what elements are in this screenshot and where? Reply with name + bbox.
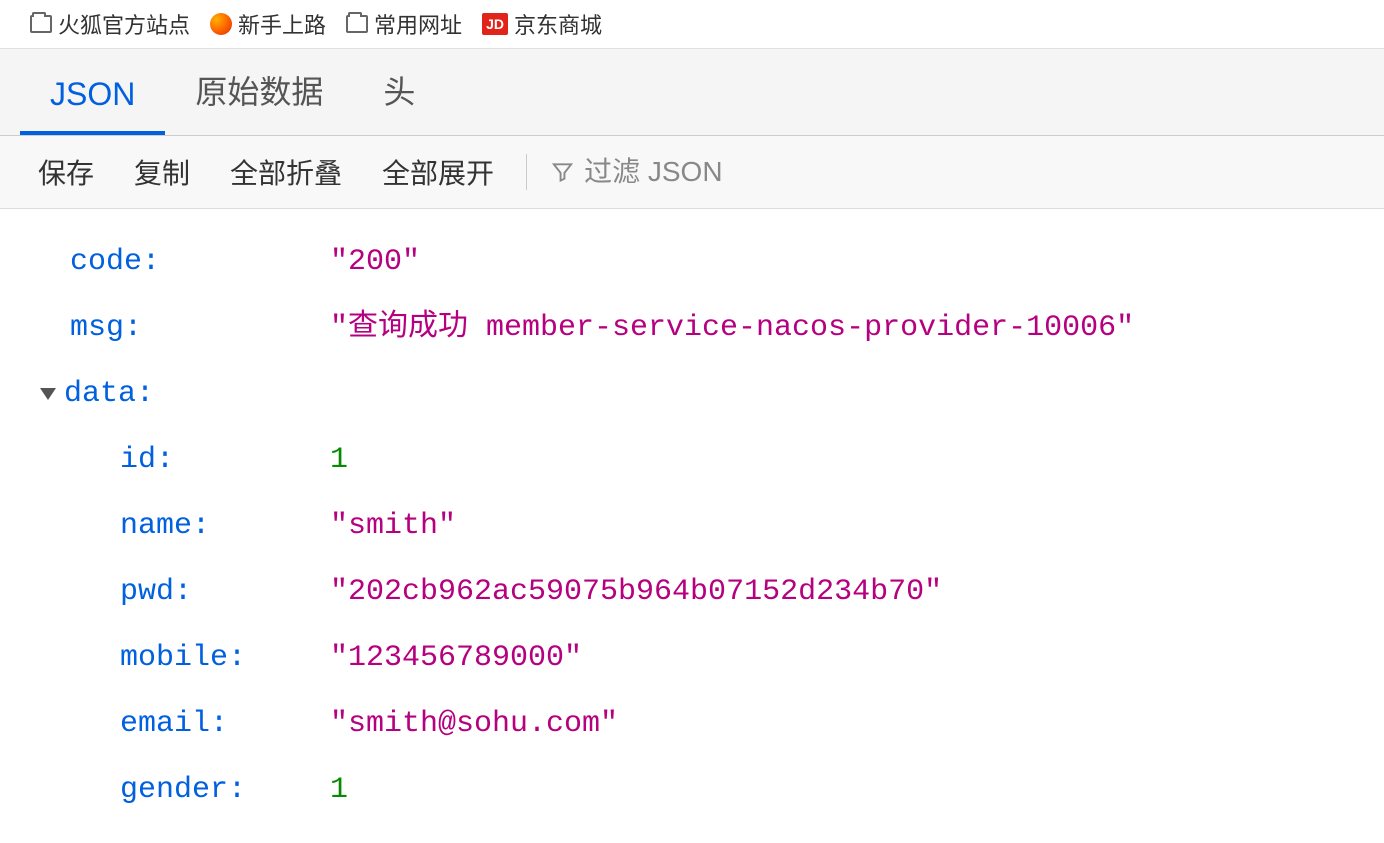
json-row-msg[interactable]: msg: "查询成功 member-service-nacos-provider… bbox=[40, 295, 1344, 361]
json-key: email: bbox=[120, 691, 330, 757]
json-value: "202cb962ac59075b964b07152d234b70" bbox=[330, 559, 942, 625]
toolbar-divider bbox=[526, 154, 527, 190]
json-toolbar: 保存 复制 全部折叠 全部展开 bbox=[0, 136, 1384, 209]
filter-input[interactable] bbox=[584, 156, 1354, 188]
bookmark-label: 京东商城 bbox=[514, 8, 602, 40]
json-value: "查询成功 member-service-nacos-provider-1000… bbox=[330, 295, 1134, 361]
json-row-email[interactable]: email: "smith@sohu.com" bbox=[40, 691, 1344, 757]
tab-label: 头 bbox=[383, 74, 415, 110]
json-value: "200" bbox=[330, 229, 420, 295]
json-key: code: bbox=[70, 229, 330, 295]
funnel-icon bbox=[551, 160, 574, 184]
bookmark-label: 火狐官方站点 bbox=[58, 8, 190, 40]
collapse-all-button[interactable]: 全部折叠 bbox=[222, 148, 350, 196]
json-value: "123456789000" bbox=[330, 625, 582, 691]
bookmark-label: 新手上路 bbox=[238, 8, 326, 40]
tab-headers[interactable]: 头 bbox=[353, 49, 445, 135]
bookmarks-bar: 火狐官方站点 新手上路 常用网址 JD 京东商城 bbox=[0, 0, 1384, 49]
json-value: 1 bbox=[330, 757, 348, 823]
bookmark-label: 常用网址 bbox=[374, 8, 462, 40]
json-row-id[interactable]: id: 1 bbox=[40, 427, 1344, 493]
json-value: "smith@sohu.com" bbox=[330, 691, 618, 757]
chevron-down-icon[interactable] bbox=[40, 388, 56, 400]
copy-button[interactable]: 复制 bbox=[126, 148, 198, 196]
json-row-name[interactable]: name: "smith" bbox=[40, 493, 1344, 559]
filter-box bbox=[551, 156, 1354, 188]
firefox-icon bbox=[210, 13, 232, 35]
json-key: msg: bbox=[70, 295, 330, 361]
bookmark-common-urls[interactable]: 常用网址 bbox=[346, 8, 462, 40]
json-row-pwd[interactable]: pwd: "202cb962ac59075b964b07152d234b70" bbox=[40, 559, 1344, 625]
jd-icon: JD bbox=[482, 13, 508, 35]
bookmark-getting-started[interactable]: 新手上路 bbox=[210, 8, 326, 40]
json-row-code[interactable]: code: "200" bbox=[40, 229, 1344, 295]
json-key: name: bbox=[120, 493, 330, 559]
tab-raw-data[interactable]: 原始数据 bbox=[165, 49, 353, 135]
tab-json[interactable]: JSON bbox=[20, 58, 165, 135]
folder-icon bbox=[30, 15, 52, 33]
bookmark-firefox-official[interactable]: 火狐官方站点 bbox=[30, 8, 190, 40]
tabs-bar: JSON 原始数据 头 bbox=[0, 49, 1384, 136]
json-viewer: code: "200" msg: "查询成功 member-service-na… bbox=[0, 209, 1384, 843]
json-key: pwd: bbox=[120, 559, 330, 625]
tab-label: 原始数据 bbox=[195, 74, 323, 110]
json-key: mobile: bbox=[120, 625, 330, 691]
expand-all-button[interactable]: 全部展开 bbox=[374, 148, 502, 196]
json-value: 1 bbox=[330, 427, 348, 493]
folder-icon bbox=[346, 15, 368, 33]
json-row-data[interactable]: data: bbox=[40, 361, 1344, 427]
json-key: id: bbox=[120, 427, 330, 493]
tab-label: JSON bbox=[50, 76, 135, 112]
bookmark-jd[interactable]: JD 京东商城 bbox=[482, 8, 602, 40]
json-key: data: bbox=[64, 361, 324, 427]
json-value: "smith" bbox=[330, 493, 456, 559]
json-key: gender: bbox=[120, 757, 330, 823]
json-row-gender[interactable]: gender: 1 bbox=[40, 757, 1344, 823]
json-row-mobile[interactable]: mobile: "123456789000" bbox=[40, 625, 1344, 691]
save-button[interactable]: 保存 bbox=[30, 148, 102, 196]
